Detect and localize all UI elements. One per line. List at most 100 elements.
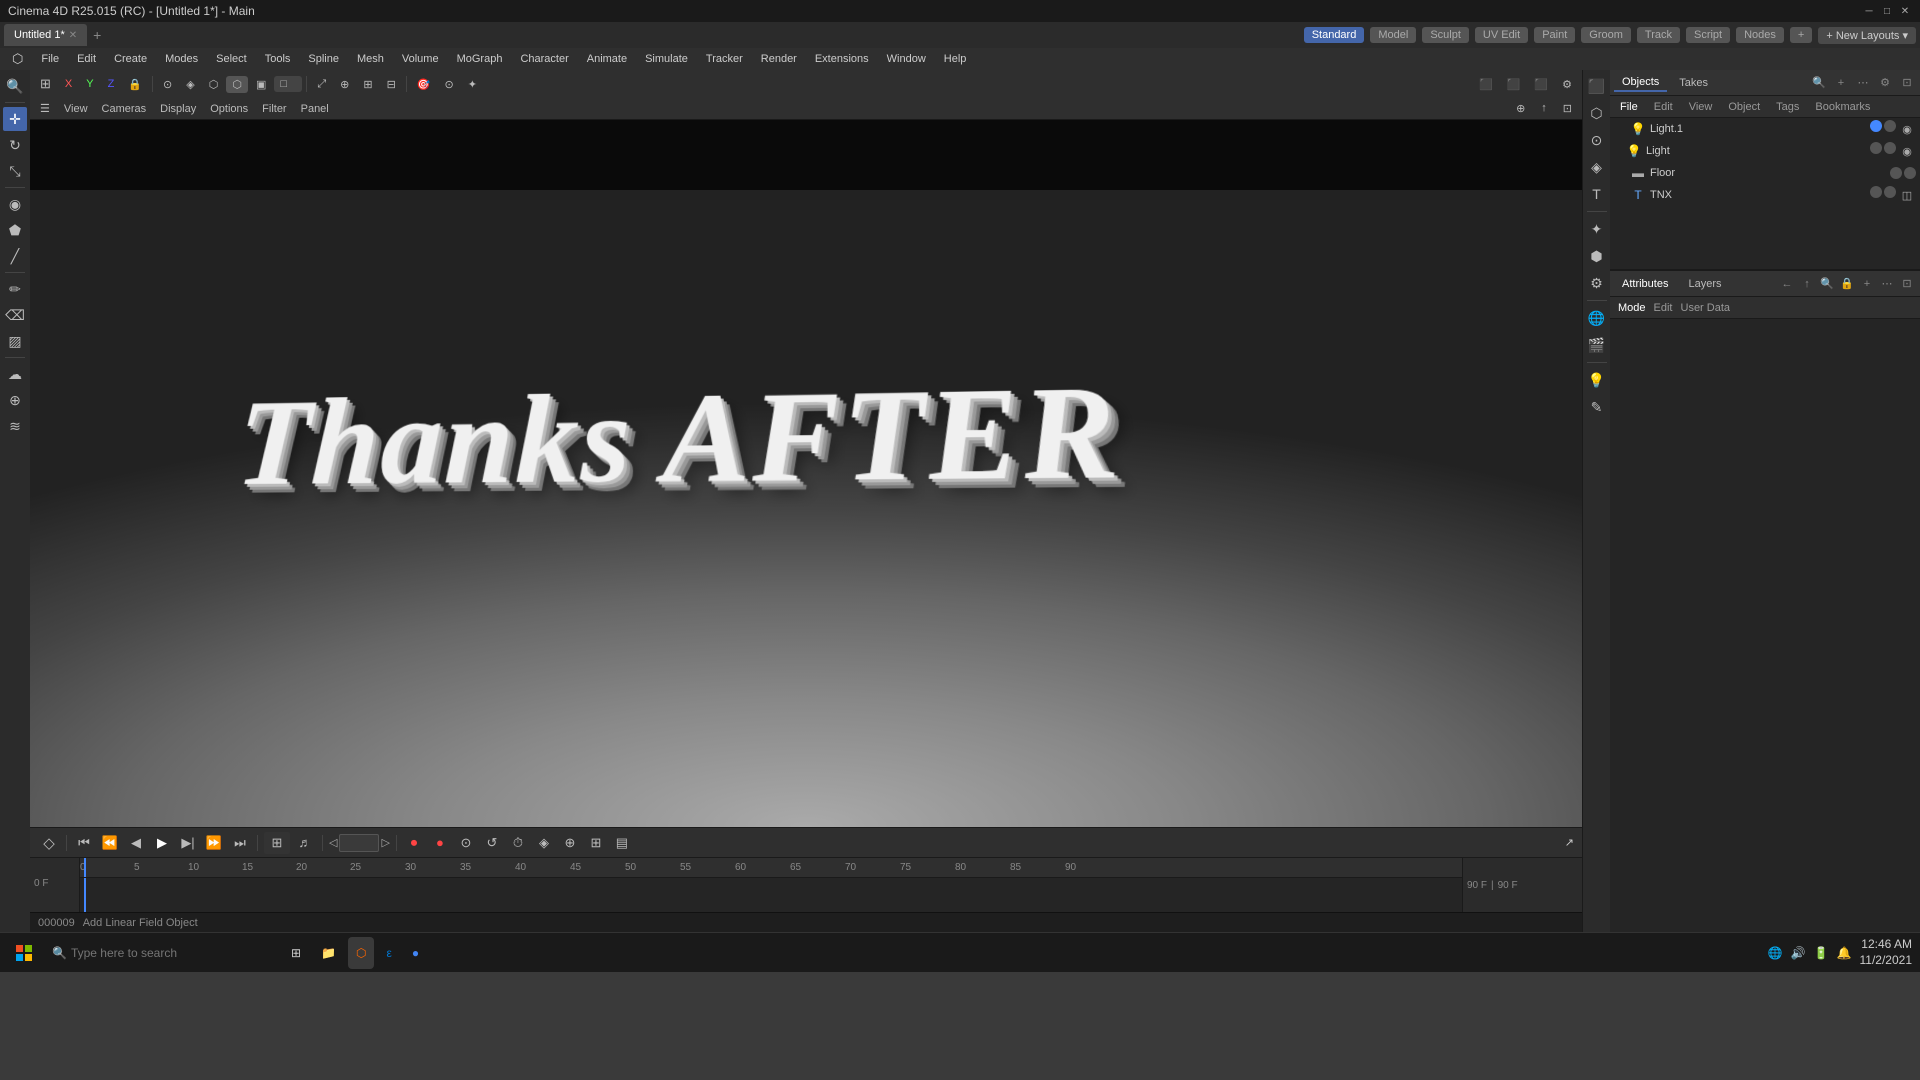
tool-eraser[interactable]: ⌫ [3,303,27,327]
floor-dot-icon[interactable] [1904,167,1916,179]
obj-floor[interactable]: ▬ Floor [1610,162,1920,184]
vp-menu-display[interactable]: Display [154,101,202,117]
vp-render-btn5[interactable]: ▣ [250,76,272,93]
right-icon-settings[interactable]: ⚙ [1585,271,1609,295]
vp-snap-btn[interactable]: ⊕ [334,76,355,93]
tool-polygon[interactable]: ⬟ [3,218,27,242]
taskbar-sound-icon[interactable]: 🔊 [1791,946,1806,960]
attr-back-icon[interactable]: ← [1778,275,1796,293]
attr-add-icon[interactable]: + [1858,275,1876,293]
timeline-area[interactable]: 0 F 0 5 10 15 20 25 30 35 [30,857,1582,912]
vp-layout-1[interactable]: ⬛ [1473,76,1499,93]
tl-key-icon[interactable]: ◇ [38,832,60,854]
layout-script[interactable]: Script [1686,27,1730,43]
vp-view-ctrl1[interactable]: ⊕ [1510,100,1531,117]
attr-lock-icon[interactable]: 🔒 [1838,275,1856,293]
tl-current-frame[interactable]: 0 F [339,834,379,852]
vp-camera-btn[interactable]: 🎯 [411,76,437,93]
tl-goto-start[interactable]: ⏮ [73,832,95,854]
vp-menu-panel[interactable]: Panel [295,101,335,117]
right-icon-camera[interactable]: ⬡ [1585,101,1609,125]
light-visibility-icon[interactable]: ◉ [1898,142,1916,160]
tab-objects[interactable]: Objects [1614,74,1667,92]
right-icon-effects[interactable]: ✦ [1585,217,1609,241]
taskbar-search[interactable]: 🔍 [44,937,279,969]
right-icon-video[interactable]: 🎬 [1585,333,1609,357]
vp-x-axis[interactable]: X [59,76,78,92]
vp-render-active[interactable]: ⊙ [439,76,460,93]
attr-up-icon[interactable]: ↑ [1798,275,1816,293]
window-controls[interactable]: ─ □ ✕ [1862,4,1912,18]
subobj-bookmarks[interactable]: Bookmarks [1809,100,1876,114]
taskbar-cinema4d[interactable]: ⬡ [348,937,374,969]
layout-track[interactable]: Track [1637,27,1680,43]
tl-record-btn[interactable]: ⏺ [403,832,425,854]
vp-layout-3[interactable]: ⬛ [1528,76,1554,93]
menu-modes[interactable]: Modes [157,51,206,67]
obj-light[interactable]: 💡 Light ◉ [1610,140,1920,162]
tool-edge[interactable]: ╱ [3,244,27,268]
tl-next-key[interactable]: ⏩ [203,832,225,854]
tl-play[interactable]: ▶ [151,832,173,854]
tl-markers-menu[interactable]: ▤ [611,832,633,854]
taskbar-battery-icon[interactable]: 🔋 [1814,946,1829,960]
tool-fill[interactable]: ▨ [3,329,27,353]
tool-move[interactable]: ✛ [3,107,27,131]
right-icon-render[interactable]: ⊙ [1585,128,1609,152]
obj-maximize-icon[interactable]: ⊡ [1898,74,1916,92]
obj-tnx[interactable]: T TNX ◫ [1610,184,1920,206]
menu-animate[interactable]: Animate [579,51,635,67]
menu-extensions[interactable]: Extensions [807,51,877,67]
tl-motion-system[interactable]: ⊕ [559,832,581,854]
vp-render-btn4[interactable]: ⬡ [226,76,248,93]
vp-menu-view[interactable]: View [58,101,94,117]
subobj-edit[interactable]: Edit [1648,100,1679,114]
attr-search-icon[interactable]: 🔍 [1818,275,1836,293]
taskbar-start[interactable] [8,937,40,969]
tool-object-select[interactable]: ◉ [3,192,27,216]
tool-sculpt-inflate[interactable]: ⊕ [3,388,27,412]
vp-lock-icon[interactable]: 🔒 [122,76,148,93]
menu-window[interactable]: Window [879,51,934,67]
taskbar-task-view[interactable]: ⊞ [283,937,309,969]
vp-menu-toggle[interactable]: ☰ [34,100,56,117]
tl-motion-path[interactable]: ⊙ [455,832,477,854]
layout-add-button[interactable]: + [1790,27,1812,43]
attr-sub-userdata[interactable]: User Data [1681,302,1731,314]
menu-character[interactable]: Character [512,51,576,67]
obj-light1[interactable]: 💡 Light.1 ◉ [1610,118,1920,140]
subobj-view[interactable]: View [1683,100,1719,114]
layout-standard[interactable]: Standard [1304,27,1365,43]
obj-settings-icon[interactable]: ⚙ [1876,74,1894,92]
right-icon-globe[interactable]: 🌐 [1585,306,1609,330]
vp-view-ctrl2[interactable]: ↑ [1535,100,1553,117]
menu-edit[interactable]: Edit [69,51,104,67]
tl-loop[interactable]: ↺ [481,832,503,854]
menu-file[interactable]: File [33,51,67,67]
tool-rotate[interactable]: ↻ [3,133,27,157]
menu-mograph[interactable]: MoGraph [449,51,511,67]
timeline-ruler-area[interactable]: 0 5 10 15 20 25 30 35 40 45 50 55 [80,858,1462,912]
obj-search-icon[interactable]: 🔍 [1810,74,1828,92]
vp-z-axis[interactable]: Z [102,76,121,92]
attr-tab-attributes[interactable]: Attributes [1614,276,1676,292]
menu-mesh[interactable]: Mesh [349,51,392,67]
right-icon-text[interactable]: T [1585,182,1609,206]
tool-sculpt-smooth[interactable]: ≋ [3,414,27,438]
vp-shading-box[interactable]: □ [274,76,302,92]
menu-volume[interactable]: Volume [394,51,447,67]
tab-untitled[interactable]: Untitled 1* ✕ [4,24,87,46]
vp-y-axis[interactable]: Y [80,76,99,92]
vp-render-btn2[interactable]: ◈ [180,76,200,93]
timeline-track[interactable] [80,878,1462,912]
subobj-tags[interactable]: Tags [1770,100,1805,114]
new-layout-button[interactable]: + New Layouts ▾ [1818,27,1916,44]
layout-paint[interactable]: Paint [1534,27,1575,43]
right-icon-bulb[interactable]: 💡 [1585,368,1609,392]
light1-visibility-icon[interactable]: ◉ [1898,120,1916,138]
tnx-tag-icon[interactable]: ◫ [1898,186,1916,204]
vp-tool-icon[interactable]: ⊞ [34,74,57,94]
layout-model[interactable]: Model [1370,27,1416,43]
menu-help[interactable]: Help [936,51,975,67]
tl-anticipation[interactable]: ◈ [533,832,555,854]
